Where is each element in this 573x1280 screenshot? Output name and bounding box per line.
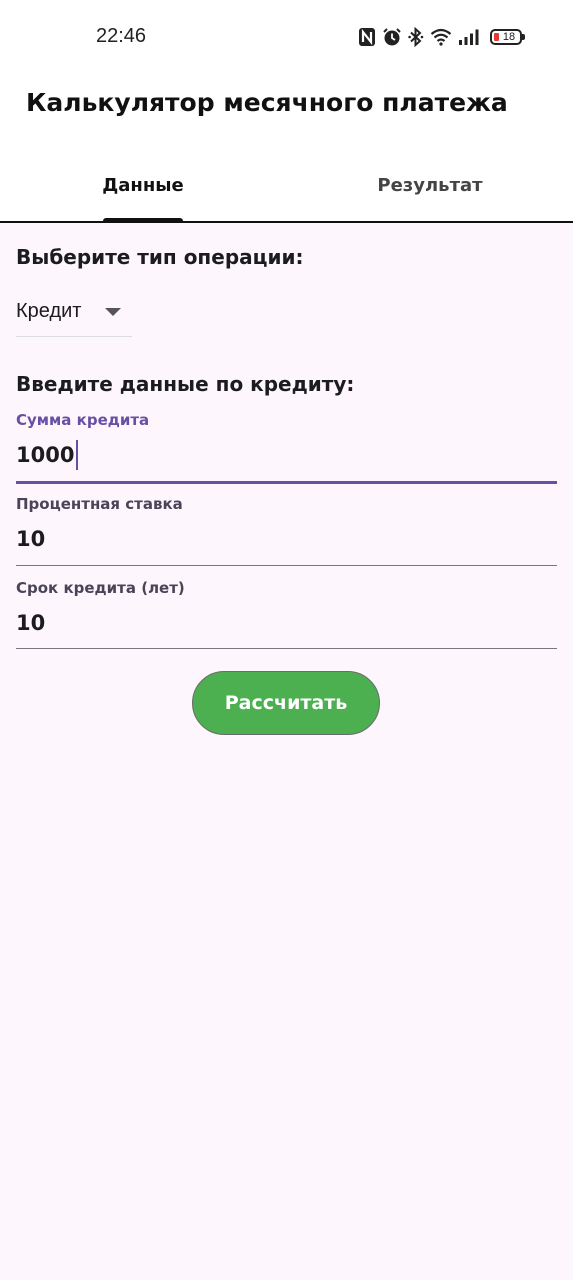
tab-bar: Данные Результат bbox=[0, 160, 573, 222]
status-icons: 18 bbox=[358, 24, 525, 50]
wifi-icon bbox=[430, 25, 452, 49]
loan-amount-label: Сумма кредита bbox=[16, 411, 150, 429]
alarm-icon bbox=[382, 25, 402, 49]
operation-type-value: Кредит bbox=[16, 300, 82, 322]
signal-icon bbox=[458, 25, 480, 49]
dropdown-arrow-icon bbox=[105, 308, 121, 316]
calculate-button[interactable]: Рассчитать bbox=[192, 671, 380, 735]
operation-type-dropdown[interactable]: Кредит bbox=[16, 296, 132, 338]
tab-data[interactable]: Данные bbox=[70, 160, 216, 220]
interest-rate-underline bbox=[16, 565, 557, 566]
loan-term-input[interactable]: 10 bbox=[16, 607, 45, 639]
loan-term-label: Срок кредита (лет) bbox=[16, 579, 185, 597]
tabs-divider bbox=[0, 221, 573, 223]
credit-form-heading: Введите данные по кредиту: bbox=[16, 372, 355, 396]
battery-icon: 18 bbox=[490, 29, 525, 45]
dropdown-underline bbox=[16, 336, 132, 337]
loan-amount-value: 1000 bbox=[16, 443, 75, 467]
interest-rate-field[interactable]: Процентная ставка 10 bbox=[16, 495, 557, 579]
tab-data-label: Данные bbox=[102, 175, 184, 196]
nfc-icon bbox=[358, 25, 376, 49]
interest-rate-input[interactable]: 10 bbox=[16, 523, 45, 555]
tab-result[interactable]: Результат bbox=[356, 160, 504, 220]
tab-result-label: Результат bbox=[377, 175, 483, 196]
loan-amount-input[interactable]: 1000 bbox=[16, 439, 79, 471]
status-time: 22:46 bbox=[96, 25, 147, 47]
battery-level-fill bbox=[494, 33, 499, 41]
loan-amount-underline bbox=[16, 481, 557, 484]
interest-rate-label: Процентная ставка bbox=[16, 495, 183, 513]
page-title: Калькулятор месячного платежа bbox=[26, 88, 508, 117]
loan-amount-field[interactable]: Сумма кредита 1000 bbox=[16, 411, 557, 495]
battery-level: 18 bbox=[502, 31, 516, 43]
interest-rate-value: 10 bbox=[16, 527, 46, 551]
bluetooth-icon bbox=[408, 25, 424, 49]
loan-term-field[interactable]: Срок кредита (лет) 10 bbox=[16, 579, 557, 663]
loan-term-underline bbox=[16, 648, 557, 649]
loan-term-value: 10 bbox=[16, 611, 46, 635]
operation-heading: Выберите тип операции: bbox=[16, 245, 304, 269]
text-cursor bbox=[76, 440, 79, 470]
